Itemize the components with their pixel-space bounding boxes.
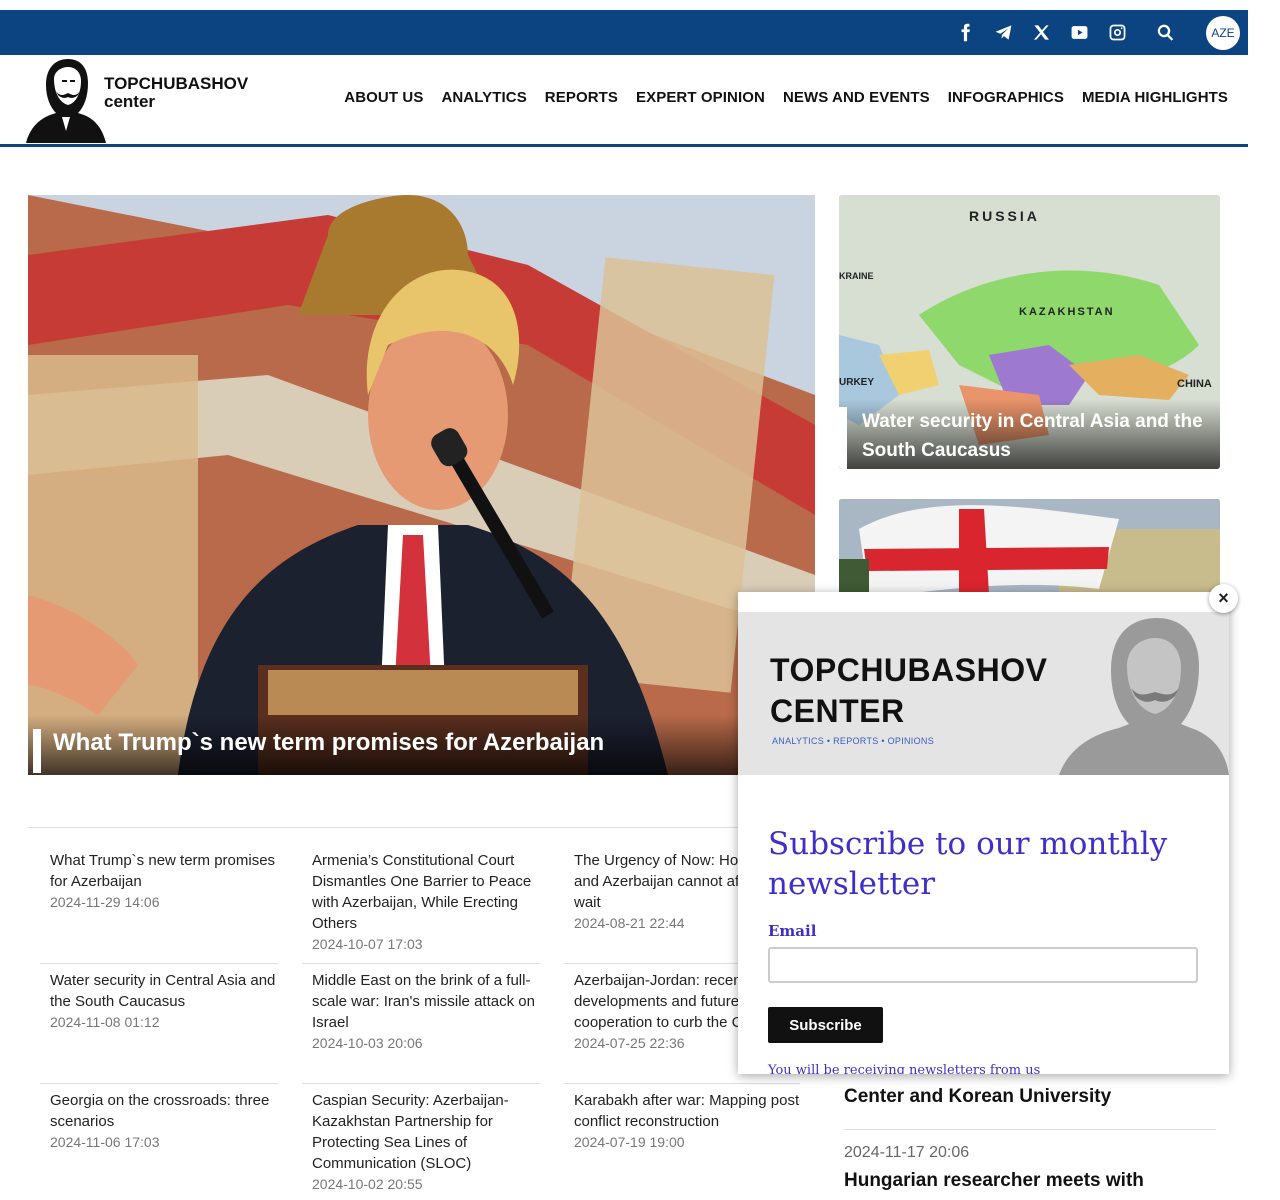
popup-banner: TOPCHUBASHOV CENTER ANALYTICS • REPORTS … <box>738 612 1229 775</box>
language-switch[interactable]: AZE <box>1206 15 1240 50</box>
article-date: 2024-11-08 01:12 <box>50 1014 160 1030</box>
article-title[interactable]: Middle East on the brink of a full-scale… <box>312 970 550 1033</box>
map-label: KRAINE <box>839 271 874 281</box>
news-divider <box>844 1129 1216 1130</box>
popup-brand: TOPCHUBASHOV CENTER <box>770 652 1048 729</box>
article-card[interactable]: Karabakh after war: Mapping post-conflic… <box>574 1090 800 1150</box>
map-label: KAZAKHSTAN <box>1019 306 1115 318</box>
newsletter-popup: TOPCHUBASHOV CENTER ANALYTICS • REPORTS … <box>738 592 1229 1074</box>
close-icon[interactable]: × <box>1209 584 1238 613</box>
article-date: 2024-07-19 19:00 <box>574 1134 685 1150</box>
email-field[interactable] <box>768 947 1198 983</box>
side-story-title[interactable]: Water security in Central Asia and the S… <box>862 407 1212 465</box>
article-date: 2024-11-29 14:06 <box>50 894 160 910</box>
social-icons: AZE <box>946 10 1240 55</box>
facebook-icon[interactable] <box>946 10 984 55</box>
article-title[interactable]: Caspian Security: Azerbaijan-Kazakhstan … <box>312 1090 550 1174</box>
map-label: RUSSIA <box>969 208 1040 224</box>
site-logo[interactable]: TOPCHUBASHOV center <box>24 55 269 145</box>
popup-note: You will be receiving newsletters from u… <box>768 1063 1041 1074</box>
top-bar: AZE <box>0 10 1248 55</box>
hero-title[interactable]: What Trump`s new term promises for Azerb… <box>53 729 604 757</box>
georgia-flag-image <box>839 499 1220 599</box>
article-title[interactable]: Karabakh after war: Mapping post-conflic… <box>574 1090 800 1132</box>
article-title[interactable]: What Trump`s new term promises for Azerb… <box>50 850 288 892</box>
article-title[interactable]: Water security in Central Asia and the S… <box>50 970 288 1012</box>
logo-text: TOPCHUBASHOV center <box>104 74 249 111</box>
article-date: 2024-11-06 17:03 <box>50 1134 160 1150</box>
article-title[interactable]: Georgia on the crossroads: three scenari… <box>50 1090 288 1132</box>
map-label: CHINA <box>1177 378 1212 390</box>
caption-accent-bar <box>839 407 847 469</box>
main-nav: ABOUT US ANALYTICS REPORTS EXPERT OPINIO… <box>344 89 1228 106</box>
nav-infographics[interactable]: INFOGRAPHICS <box>948 89 1064 106</box>
caption-accent-bar <box>33 729 41 773</box>
row-divider <box>40 1083 278 1084</box>
news-title[interactable]: Hungarian researcher meets with <box>844 1166 1216 1195</box>
nav-analytics[interactable]: ANALYTICS <box>441 89 526 106</box>
article-grid: What Trump`s new term promises for Azerb… <box>40 850 800 1200</box>
side-story-caption: Water security in Central Asia and the S… <box>839 399 1220 469</box>
search-icon[interactable] <box>1146 10 1184 55</box>
row-divider <box>40 963 278 964</box>
portrait-logo-icon <box>26 59 106 143</box>
article-date: 2024-10-03 20:06 <box>312 1035 423 1051</box>
article-card[interactable]: What Trump`s new term promises for Azerb… <box>50 850 288 910</box>
side-story-water-security[interactable]: RUSSIA KAZAKHSTAN CHINA URKEY KRAINE Wat… <box>839 195 1220 469</box>
hero-story[interactable]: What Trump`s new term promises for Azerb… <box>28 195 815 775</box>
section-divider <box>28 827 798 828</box>
map-label: URKEY <box>839 377 874 388</box>
instagram-icon[interactable] <box>1098 10 1136 55</box>
row-divider <box>564 1083 800 1084</box>
article-card[interactable]: Georgia on the crossroads: three scenari… <box>50 1090 288 1150</box>
telegram-icon[interactable] <box>984 10 1022 55</box>
row-divider <box>302 963 540 964</box>
email-label: Email <box>768 922 817 940</box>
youtube-icon[interactable] <box>1060 10 1098 55</box>
article-card[interactable]: Armenia’s Constitutional Court Dismantle… <box>312 850 550 952</box>
popup-tagline: ANALYTICS • REPORTS • OPINIONS <box>772 736 934 746</box>
portrait-icon <box>1059 618 1229 775</box>
nav-reports[interactable]: REPORTS <box>545 89 618 106</box>
nav-about-us[interactable]: ABOUT US <box>344 89 423 106</box>
article-card[interactable]: Caspian Security: Azerbaijan-Kazakhstan … <box>312 1090 550 1192</box>
row-divider <box>302 1083 540 1084</box>
news-date: 2024-11-17 20:06 <box>844 1144 970 1161</box>
nav-news-and-events[interactable]: NEWS AND EVENTS <box>783 89 930 106</box>
hero-caption: What Trump`s new term promises for Azerb… <box>28 715 815 775</box>
site-header: TOPCHUBASHOV center ABOUT US ANALYTICS R… <box>0 55 1248 147</box>
nav-media-highlights[interactable]: MEDIA HIGHLIGHTS <box>1082 89 1228 106</box>
hero-image <box>28 195 815 775</box>
article-title[interactable]: Armenia’s Constitutional Court Dismantle… <box>312 850 550 934</box>
article-date: 2024-10-07 17:03 <box>312 936 423 952</box>
article-date: 2024-10-02 20:55 <box>312 1176 423 1192</box>
popup-heading: Subscribe to our monthly newsletter <box>768 826 1168 902</box>
x-icon[interactable] <box>1022 10 1060 55</box>
article-card[interactable]: Water security in Central Asia and the S… <box>50 970 288 1030</box>
side-story-georgia[interactable] <box>839 499 1220 599</box>
news-title[interactable]: Center and Korean University <box>844 1082 1216 1111</box>
article-card[interactable]: Middle East on the brink of a full-scale… <box>312 970 550 1051</box>
nav-expert-opinion[interactable]: EXPERT OPINION <box>636 89 765 106</box>
subscribe-button[interactable]: Subscribe <box>768 1007 883 1043</box>
